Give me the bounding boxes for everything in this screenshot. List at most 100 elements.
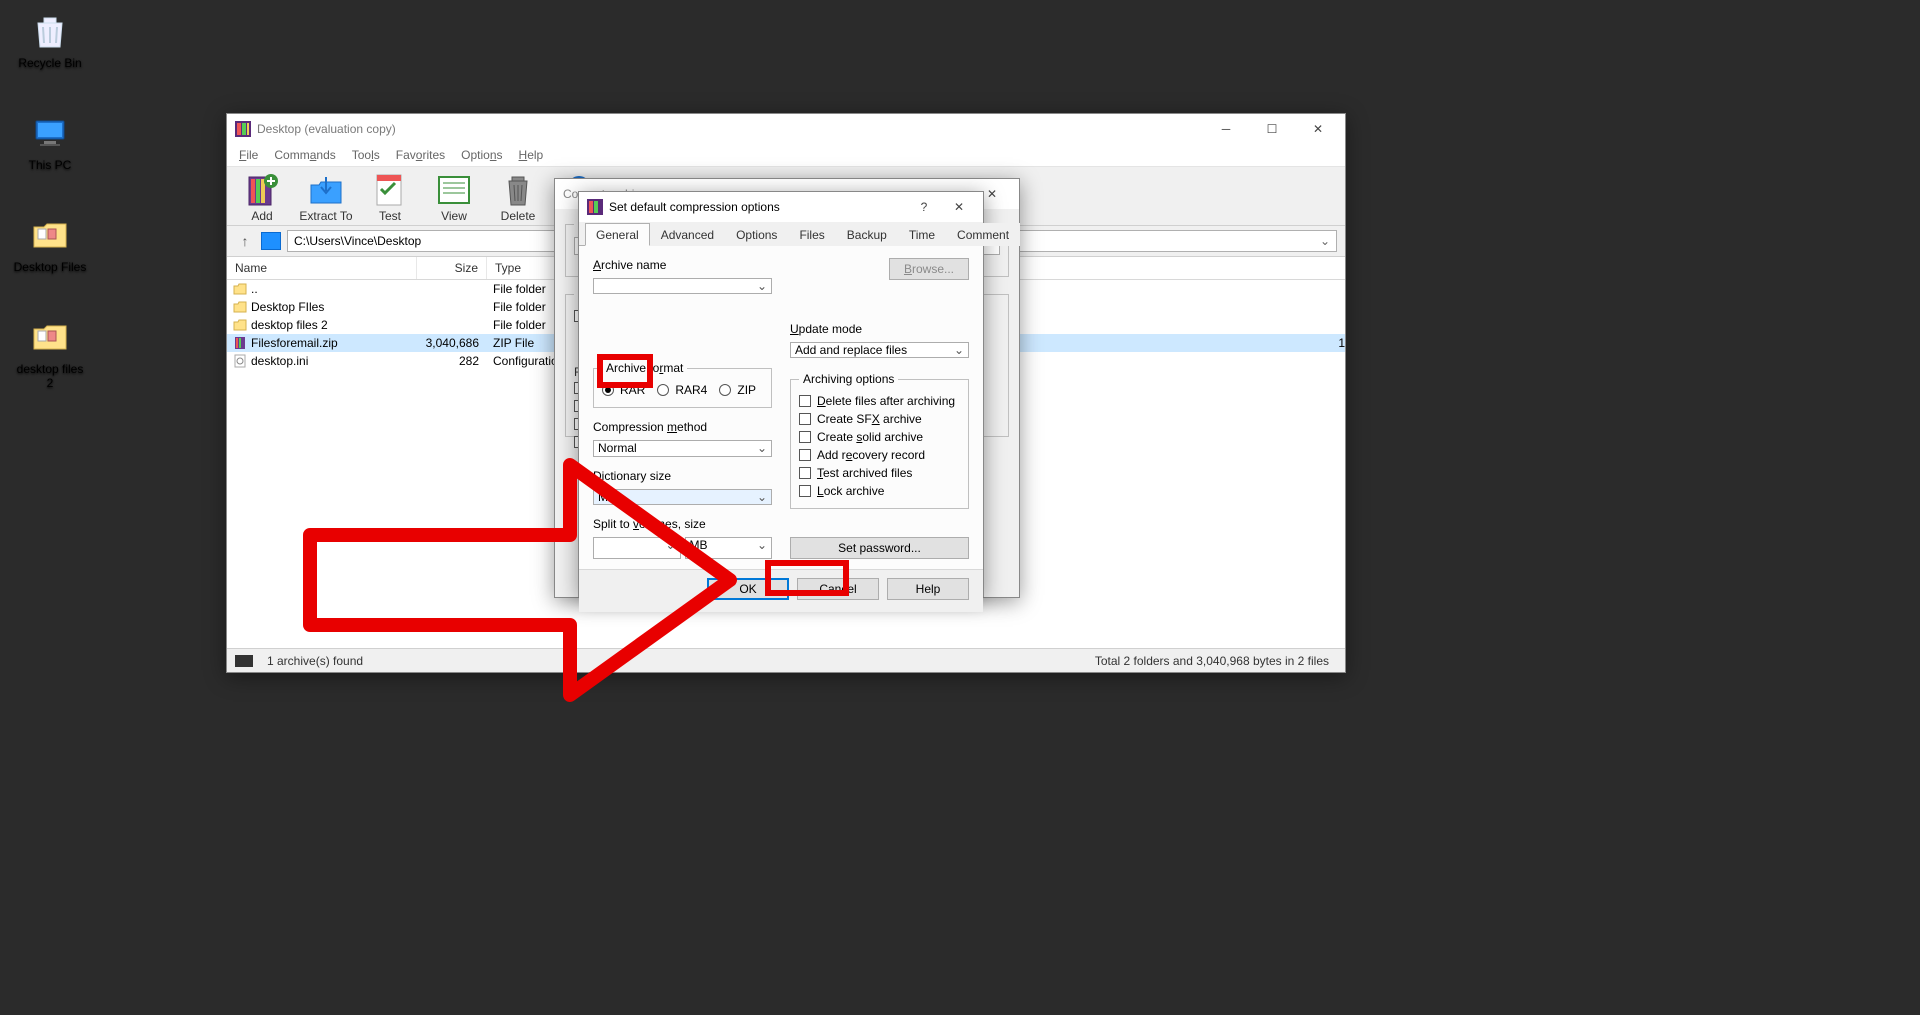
- tb-label: Delete: [501, 209, 536, 223]
- update-mode-select[interactable]: Add and replace files⌄: [790, 342, 969, 358]
- chevron-down-icon[interactable]: ⌄: [757, 441, 767, 455]
- chevron-down-icon[interactable]: ⌄: [665, 538, 675, 552]
- chevron-down-icon[interactable]: ⌄: [757, 538, 767, 552]
- tb-label: Extract To: [299, 209, 352, 223]
- tab-time[interactable]: Time: [898, 223, 946, 246]
- radio-zip[interactable]: ZIP: [719, 381, 756, 399]
- tab-options[interactable]: Options: [725, 223, 788, 246]
- menu-tools[interactable]: Tools: [346, 146, 386, 164]
- tab-bar: General Advanced Options Files Backup Ti…: [579, 222, 983, 246]
- desktop-icon-desktop-files[interactable]: Desktop Files: [10, 214, 90, 274]
- desktop-icon-this-pc[interactable]: This PC: [10, 112, 90, 172]
- update-mode-label: Update mode: [790, 322, 969, 336]
- tb-extract-to[interactable]: Extract To: [297, 171, 355, 225]
- tb-label: Test: [379, 209, 401, 223]
- desktop-icon-desktop-files-2[interactable]: desktop files 2: [10, 316, 90, 390]
- chk-sfx[interactable]: Create SFX archive: [799, 410, 960, 428]
- folder-icon: [29, 214, 71, 256]
- close-button[interactable]: ✕: [939, 192, 979, 222]
- chevron-down-icon[interactable]: ⌄: [1320, 234, 1330, 248]
- compression-method-select[interactable]: Normal⌄: [593, 440, 772, 456]
- menu-file[interactable]: File: [233, 146, 264, 164]
- compression-options-dialog: Set default compression options ? ✕ Gene…: [578, 191, 984, 597]
- folder-icon: [233, 282, 247, 296]
- close-button[interactable]: ✕: [1295, 114, 1341, 144]
- tab-comment[interactable]: Comment: [946, 223, 1020, 246]
- folder-icon: [233, 318, 247, 332]
- radio-rar4[interactable]: RAR4: [657, 381, 707, 399]
- tb-view[interactable]: View: [425, 171, 483, 225]
- status-left: 1 archive(s) found: [257, 654, 373, 668]
- tb-label: Add: [251, 209, 272, 223]
- menu-help[interactable]: Help: [513, 146, 550, 164]
- test-icon: [371, 171, 409, 209]
- chk-test[interactable]: Test archived files: [799, 464, 960, 482]
- archive-format-legend: Archive format: [602, 361, 687, 375]
- chevron-down-icon[interactable]: ⌄: [954, 343, 964, 357]
- chk-solid[interactable]: Create solid archive: [799, 428, 960, 446]
- help-button[interactable]: ?: [909, 192, 939, 222]
- desktop-icon-label: Desktop Files: [14, 260, 87, 274]
- drive-icon: [261, 232, 281, 250]
- desktop-icon-label: This PC: [29, 158, 72, 172]
- menu-options[interactable]: Options: [455, 146, 508, 164]
- maximize-button[interactable]: ☐: [1249, 114, 1295, 144]
- titlebar[interactable]: Set default compression options ? ✕: [579, 192, 983, 222]
- tb-label: View: [441, 209, 467, 223]
- chk-recovery[interactable]: Add recovery record: [799, 446, 960, 464]
- desktop-icon-recycle-bin[interactable]: Recycle Bin: [10, 10, 90, 70]
- chk-lock[interactable]: Lock archive: [799, 482, 960, 500]
- chk-delete-after[interactable]: Delete files after archiving: [799, 392, 960, 410]
- col-size[interactable]: Size: [417, 257, 487, 279]
- split-volumes-label: Split to volumes, size: [593, 517, 772, 531]
- delete-icon: [499, 171, 537, 209]
- tab-general[interactable]: General: [585, 223, 650, 246]
- dialog-footer: OK Cancel Help: [579, 569, 983, 612]
- chevron-down-icon[interactable]: ⌄: [757, 279, 767, 293]
- radio-rar[interactable]: RAR: [602, 381, 645, 399]
- zip-icon: [233, 336, 247, 350]
- help-button[interactable]: Help: [887, 578, 969, 600]
- desktop-icon-label: desktop files 2: [17, 362, 84, 390]
- folder-icon: [29, 316, 71, 358]
- view-icon: [435, 171, 473, 209]
- this-pc-icon: [29, 112, 71, 154]
- minimize-button[interactable]: ─: [1203, 114, 1249, 144]
- drive-indicator-icon: [235, 655, 253, 667]
- ini-icon: [233, 354, 247, 368]
- folder-icon: [233, 300, 247, 314]
- cancel-button[interactable]: Cancel: [797, 578, 879, 600]
- extract-icon: [307, 171, 345, 209]
- tab-files[interactable]: Files: [788, 223, 835, 246]
- menubar: File Commands Tools Favorites Options He…: [227, 144, 1345, 167]
- archive-format-fieldset: Archive format RAR RAR4 ZIP: [593, 361, 772, 408]
- split-size-input[interactable]: ⌄: [593, 537, 681, 559]
- titlebar[interactable]: Desktop (evaluation copy) ─ ☐ ✕: [227, 114, 1345, 144]
- tab-backup[interactable]: Backup: [836, 223, 898, 246]
- winrar-icon: [587, 199, 603, 215]
- ok-button[interactable]: OK: [707, 578, 789, 600]
- window-title: Desktop (evaluation copy): [257, 122, 1203, 136]
- add-icon: [243, 171, 281, 209]
- recycle-bin-icon: [29, 10, 71, 52]
- split-unit-select[interactable]: MB⌄: [685, 537, 773, 559]
- col-name[interactable]: Name: [227, 257, 417, 279]
- compression-method-label: Compression method: [593, 420, 772, 434]
- tb-add[interactable]: Add: [233, 171, 291, 225]
- menu-commands[interactable]: Commands: [268, 146, 341, 164]
- dialog-title: Set default compression options: [609, 200, 909, 214]
- dictionary-size-select[interactable]: MB⌄: [593, 489, 772, 505]
- tab-advanced[interactable]: Advanced: [650, 223, 725, 246]
- chevron-down-icon[interactable]: ⌄: [757, 490, 767, 504]
- set-password-button[interactable]: Set password...: [790, 537, 969, 559]
- archiving-options-fieldset: Archiving options Delete files after arc…: [790, 372, 969, 509]
- tb-test[interactable]: Test: [361, 171, 419, 225]
- menu-favorites[interactable]: Favorites: [390, 146, 451, 164]
- up-button[interactable]: ↑: [235, 233, 255, 249]
- archiving-options-legend: Archiving options: [799, 372, 898, 386]
- browse-button: Browse...: [889, 258, 969, 280]
- dictionary-size-label: Dictionary size: [593, 469, 772, 483]
- archive-name-input[interactable]: ⌄: [593, 278, 772, 294]
- archive-name-label: Archive name: [593, 258, 772, 272]
- tb-delete[interactable]: Delete: [489, 171, 547, 225]
